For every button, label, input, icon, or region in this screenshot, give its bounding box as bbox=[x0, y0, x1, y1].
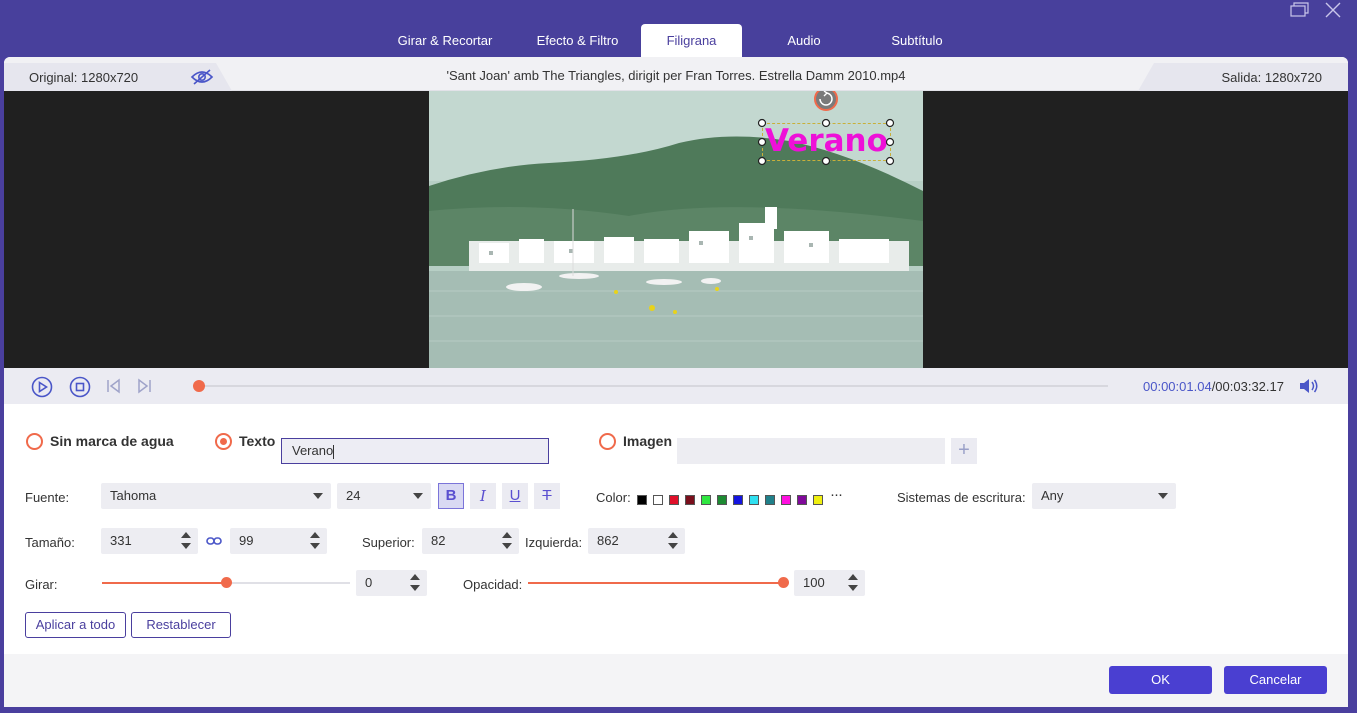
left-value: 862 bbox=[597, 533, 619, 548]
font-family-value: Tahoma bbox=[110, 488, 157, 503]
color-swatch[interactable] bbox=[701, 495, 711, 505]
opacity-slider-fill bbox=[528, 582, 783, 584]
image-watermark-label: Imagen bbox=[623, 433, 673, 449]
watermark-text-input[interactable]: Verano bbox=[281, 438, 549, 464]
rotate-slider-fill bbox=[102, 582, 226, 584]
chevron-down-icon bbox=[313, 493, 323, 499]
tab-rotate-crop[interactable]: Girar & Recortar bbox=[376, 24, 514, 58]
link-icon[interactable] bbox=[206, 534, 222, 551]
rotate-slider-thumb[interactable] bbox=[221, 577, 232, 588]
writing-system-value: Any bbox=[1041, 488, 1064, 503]
width-input[interactable]: 331 bbox=[101, 528, 198, 554]
watermark-controls: Sin marca de agua Texto Verano Imagen + … bbox=[4, 404, 1348, 654]
font-family-select[interactable]: Tahoma bbox=[101, 483, 331, 509]
writing-system-select[interactable]: Any bbox=[1032, 483, 1176, 509]
color-label: Color: bbox=[596, 490, 631, 505]
color-swatch[interactable] bbox=[749, 495, 759, 505]
chevron-down-icon bbox=[1158, 493, 1168, 499]
play-icon[interactable] bbox=[31, 376, 53, 401]
writing-system-label: Sistemas de escritura: bbox=[897, 490, 1026, 505]
text-watermark-radio[interactable] bbox=[215, 433, 232, 450]
rotate-input[interactable]: 0 bbox=[356, 570, 427, 596]
timeline-thumb[interactable] bbox=[193, 380, 205, 392]
next-frame-icon[interactable] bbox=[136, 378, 152, 397]
top-value: 82 bbox=[431, 533, 446, 548]
tab-watermark[interactable]: Filigrana bbox=[641, 24, 742, 58]
left-label: Izquierda: bbox=[525, 535, 583, 550]
top-label: Superior: bbox=[362, 535, 415, 550]
title-bar: Girar & Recortar Efecto & Filtro Filigra… bbox=[0, 0, 1357, 58]
text-watermark-label: Texto bbox=[239, 433, 276, 449]
editor-panel: Original: 1280x720 'Sant Joan' amb The T… bbox=[4, 57, 1348, 707]
output-resolution: Salida: 1280x720 bbox=[1221, 70, 1322, 85]
left-stepper[interactable] bbox=[668, 528, 678, 554]
font-size-select[interactable]: 24 bbox=[337, 483, 431, 509]
image-watermark-radio[interactable] bbox=[599, 433, 616, 450]
rotate-stepper[interactable] bbox=[410, 570, 420, 596]
volume-icon[interactable] bbox=[1298, 377, 1320, 398]
rotate-label: Girar: bbox=[25, 577, 58, 592]
reset-button[interactable]: Restablecer bbox=[131, 612, 231, 638]
color-swatch[interactable] bbox=[733, 495, 743, 505]
color-swatch[interactable] bbox=[637, 495, 647, 505]
color-swatch[interactable] bbox=[685, 495, 695, 505]
tab-subtitle[interactable]: Subtítulo bbox=[866, 24, 968, 58]
color-swatch[interactable] bbox=[765, 495, 775, 505]
color-swatch[interactable] bbox=[669, 495, 679, 505]
underline-button[interactable]: U bbox=[502, 483, 528, 509]
color-swatch[interactable] bbox=[781, 495, 791, 505]
italic-button[interactable]: I bbox=[470, 483, 496, 509]
no-watermark-label: Sin marca de agua bbox=[50, 433, 174, 449]
top-input[interactable]: 82 bbox=[422, 528, 519, 554]
width-value: 331 bbox=[110, 533, 132, 548]
watermark-handles[interactable] bbox=[754, 91, 899, 169]
more-colors-button[interactable]: ··· bbox=[830, 486, 843, 503]
font-size-value: 24 bbox=[346, 488, 361, 503]
playback-time: 00:00:01.04/00:03:32.17 bbox=[1143, 379, 1284, 394]
close-window-icon[interactable] bbox=[1322, 1, 1344, 19]
height-value: 99 bbox=[239, 533, 254, 548]
ok-button[interactable]: OK bbox=[1109, 666, 1212, 694]
rotate-value: 0 bbox=[365, 575, 373, 590]
total-time: /00:03:32.17 bbox=[1211, 379, 1284, 394]
width-stepper[interactable] bbox=[181, 528, 191, 554]
watermark-text-value: Verano bbox=[292, 443, 334, 458]
video-preview: Verano bbox=[4, 91, 1348, 368]
opacity-stepper[interactable] bbox=[848, 570, 858, 596]
opacity-input[interactable]: 100 bbox=[794, 570, 865, 596]
strikethrough-button[interactable]: T bbox=[534, 483, 560, 509]
color-swatch[interactable] bbox=[653, 495, 663, 505]
restore-window-icon[interactable] bbox=[1288, 1, 1310, 19]
image-path-field[interactable] bbox=[677, 438, 945, 464]
add-image-button[interactable]: + bbox=[951, 438, 977, 464]
info-bar: Original: 1280x720 'Sant Joan' amb The T… bbox=[4, 57, 1348, 91]
opacity-value: 100 bbox=[803, 575, 825, 590]
top-stepper[interactable] bbox=[502, 528, 512, 554]
dialog-footer: OK Cancelar bbox=[4, 654, 1348, 707]
current-time: 00:00:01.04 bbox=[1143, 379, 1212, 394]
color-swatch[interactable] bbox=[717, 495, 727, 505]
video-frame[interactable]: Verano bbox=[429, 91, 923, 368]
size-label: Tamaño: bbox=[25, 535, 75, 550]
tab-effect-filter[interactable]: Efecto & Filtro bbox=[514, 24, 641, 58]
color-swatch[interactable] bbox=[813, 495, 823, 505]
cancel-button[interactable]: Cancelar bbox=[1224, 666, 1327, 694]
bold-button[interactable]: B bbox=[438, 483, 464, 509]
tab-audio[interactable]: Audio bbox=[742, 24, 866, 58]
tab-bar: Girar & Recortar Efecto & Filtro Filigra… bbox=[376, 24, 968, 58]
color-swatch[interactable] bbox=[797, 495, 807, 505]
opacity-slider-thumb[interactable] bbox=[778, 577, 789, 588]
previous-frame-icon[interactable] bbox=[106, 378, 122, 397]
no-watermark-radio[interactable] bbox=[26, 433, 43, 450]
timeline-track[interactable] bbox=[198, 385, 1108, 387]
left-input[interactable]: 862 bbox=[588, 528, 685, 554]
stop-icon[interactable] bbox=[69, 376, 91, 401]
font-label: Fuente: bbox=[25, 490, 70, 505]
height-input[interactable]: 99 bbox=[230, 528, 327, 554]
chevron-down-icon bbox=[413, 493, 423, 499]
opacity-label: Opacidad: bbox=[463, 577, 523, 592]
playback-bar: 00:00:01.04/00:03:32.17 bbox=[4, 368, 1348, 404]
height-stepper[interactable] bbox=[310, 528, 320, 554]
apply-to-all-button[interactable]: Aplicar a todo bbox=[25, 612, 126, 638]
